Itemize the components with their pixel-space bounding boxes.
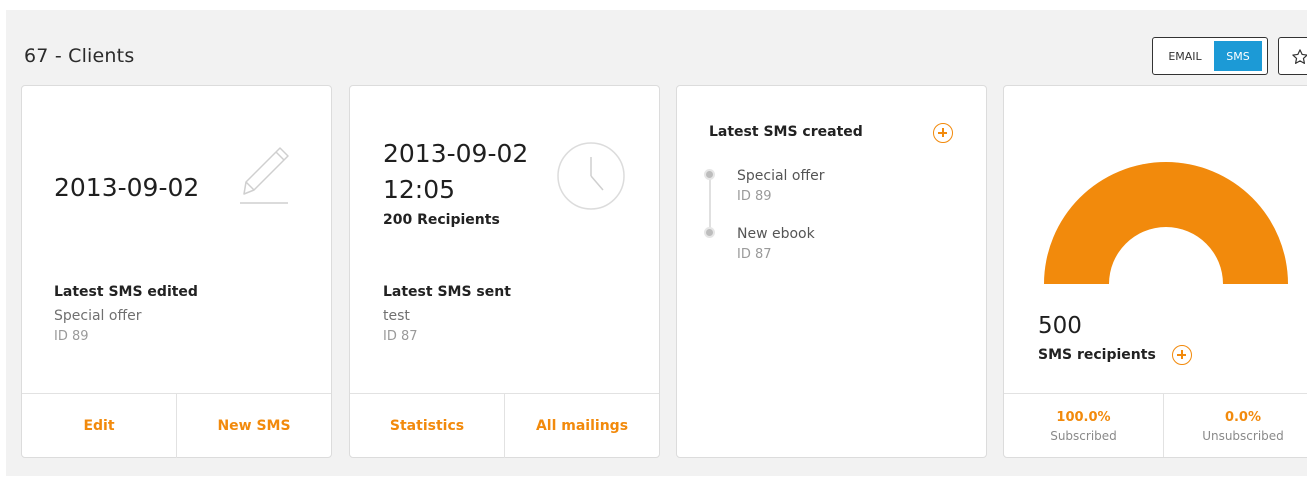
sent-card-footer: Statistics All mailings xyxy=(350,393,659,458)
sent-label: Latest SMS sent xyxy=(383,284,511,300)
created-item-name[interactable]: New ebook xyxy=(737,226,815,242)
page-title: 67 - Clients xyxy=(24,45,135,67)
star-icon xyxy=(1292,49,1307,64)
edited-date: 2013-09-02 xyxy=(54,173,200,202)
favorite-button[interactable] xyxy=(1278,37,1307,75)
sent-date: 2013-09-02 xyxy=(383,139,529,168)
gauge-fill-subscribed xyxy=(1044,162,1288,284)
latest-sms-edited-card: 2013-09-02 Latest SMS edited Special off… xyxy=(21,85,332,458)
created-item-id: ID 89 xyxy=(737,189,772,204)
edited-id: ID 89 xyxy=(54,329,89,344)
subscription-gauge xyxy=(1044,162,1288,284)
latest-sms-sent-card: 2013-09-02 12:05 200 Recipients Latest S… xyxy=(349,85,660,458)
timeline-dot xyxy=(704,169,715,180)
unsubscribed-value: 0.0% xyxy=(1224,409,1262,425)
clock-icon xyxy=(557,142,625,210)
sms-toggle-option[interactable]: SMS xyxy=(1214,41,1262,71)
subscribed-stat: 100.0% Subscribed xyxy=(1004,394,1163,457)
statistics-button[interactable]: Statistics xyxy=(350,394,504,458)
recipients-count: 500 xyxy=(1038,313,1082,339)
channel-toggle[interactable]: EMAIL SMS xyxy=(1152,37,1268,75)
new-sms-button[interactable]: New SMS xyxy=(176,394,331,458)
email-toggle-option[interactable]: EMAIL xyxy=(1156,41,1214,71)
created-item-id: ID 87 xyxy=(737,247,772,262)
edited-label: Latest SMS edited xyxy=(54,284,198,300)
timeline-dot xyxy=(704,227,715,238)
created-item-name[interactable]: Special offer xyxy=(737,168,824,184)
add-recipient-icon[interactable] xyxy=(1172,345,1192,365)
subscription-stats: 100.0% Subscribed 0.0% Unsubscribed xyxy=(1004,393,1307,457)
timeline-line xyxy=(709,178,711,234)
subscribed-value: 100.0% xyxy=(1056,409,1111,425)
unsubscribed-stat: 0.0% Unsubscribed xyxy=(1162,394,1307,457)
sent-time: 12:05 xyxy=(383,175,456,204)
all-mailings-button[interactable]: All mailings xyxy=(504,394,659,458)
subscribed-label: Subscribed xyxy=(1050,428,1117,443)
sent-recipients: 200 Recipients xyxy=(383,212,500,228)
created-title: Latest SMS created xyxy=(709,124,863,140)
add-sms-icon[interactable] xyxy=(933,123,953,143)
edited-name: Special offer xyxy=(54,308,142,324)
pencil-icon xyxy=(240,147,289,204)
sent-id: ID 87 xyxy=(383,329,418,344)
sent-name: test xyxy=(383,308,410,324)
latest-sms-created-card: Latest SMS created Special offer ID 89 N… xyxy=(676,85,987,458)
edit-button[interactable]: Edit xyxy=(22,394,176,458)
edited-card-footer: Edit New SMS xyxy=(22,393,331,458)
sms-recipients-card: 500 SMS recipients 100.0% Subscribed 0.0… xyxy=(1003,85,1307,458)
unsubscribed-label: Unsubscribed xyxy=(1202,428,1284,443)
recipients-label: SMS recipients xyxy=(1038,347,1156,363)
